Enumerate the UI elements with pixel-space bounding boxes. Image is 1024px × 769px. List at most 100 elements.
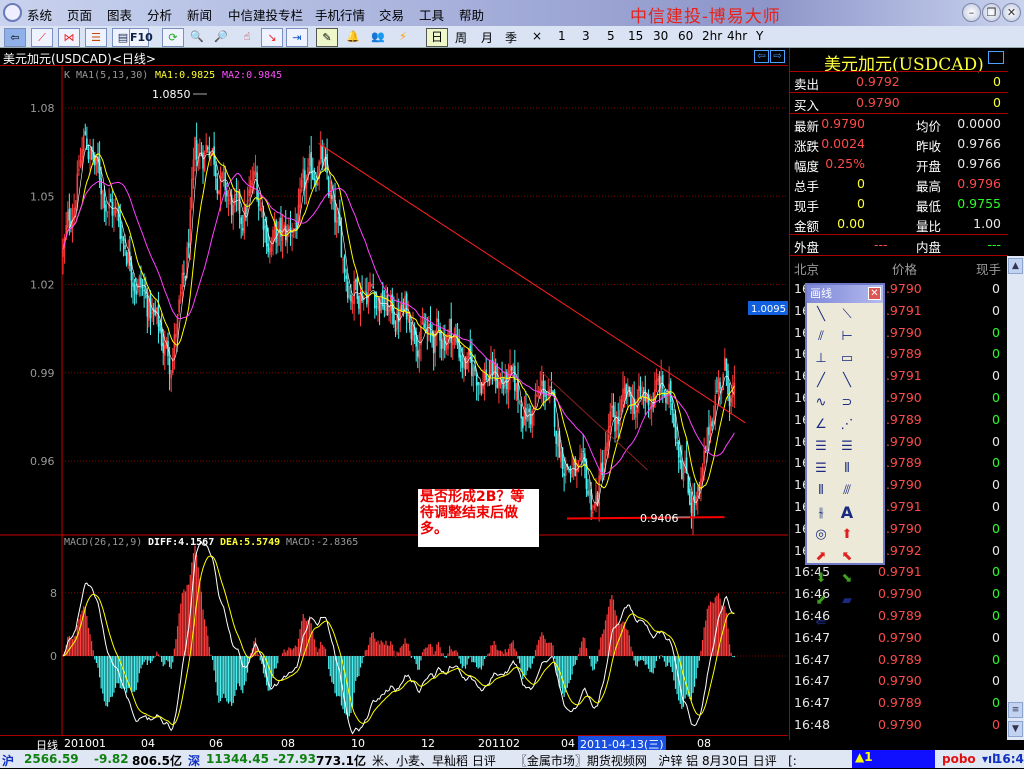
date-tick: 10 [351,737,365,750]
menu-analysis[interactable]: 分析 [147,5,172,24]
angle-tool-icon[interactable]: ∠ [808,414,834,436]
menu-system[interactable]: 系统 [27,5,52,24]
tick-volume: 0 [992,673,1000,689]
candle-body [162,342,165,353]
period-2hr[interactable]: 2hr [702,29,722,43]
period-1min[interactable]: 1 [558,29,566,43]
arrow-downleft-tool-icon[interactable]: ⬋ [808,590,834,612]
arrow-downright-tool-icon[interactable]: ⬊ [834,568,860,590]
draw-icon[interactable]: ✎ [316,28,338,47]
scroll-right-icon[interactable]: ⇨ [770,50,785,63]
candle-body [564,464,567,476]
app-icon[interactable] [3,3,22,22]
segment-tool-icon[interactable]: ⟍ [834,304,860,326]
period-month[interactable]: 月 [481,29,493,46]
sine-tool-icon[interactable]: ∿ [808,392,834,414]
candle-body [588,490,591,497]
fib-extend-tool-icon[interactable]: ☰ [808,458,834,480]
gann-grid-tool-icon[interactable]: ☰ [808,436,834,458]
flash-icon[interactable]: ⚡ [392,28,414,47]
alarm-icon[interactable]: 🔔 [342,28,364,47]
channel-tool-icon[interactable]: ⫻ [834,480,860,502]
tick-scrollbar[interactable]: ▲ ≡ ▼ [1007,256,1024,740]
menu-news[interactable]: 新闻 [187,5,212,24]
period-year[interactable]: Y [756,29,763,43]
ray-down-tool-icon[interactable]: ╲ [834,370,860,392]
line-tool-icon[interactable]: ╲ [808,304,834,326]
alert-badge[interactable]: ▲1 [852,750,935,768]
quote-label: 昨收 [916,139,942,154]
price-tag-text: 1.0095 [751,304,786,315]
tick-volume: 0 [992,433,1000,449]
scroll-up-icon[interactable]: ▲ [1008,258,1023,274]
text-tool-icon[interactable]: A [834,502,860,524]
zoom-in-icon[interactable]: 🔍 [186,28,208,47]
arrow-up-tool-icon[interactable]: ⬆ [834,524,860,546]
users-icon[interactable]: 👥 [367,28,389,47]
scroll-down-icon[interactable]: ▼ [1008,721,1023,737]
kline-chart[interactable]: 1.08 1.05 1.02 0.99 0.96 8 0 K MA1(5,13,30) MA… [0,66,788,735]
menu-trade[interactable]: 交易 [379,5,404,24]
menu-help[interactable]: 帮助 [459,5,484,24]
restore-button[interactable]: ❐ [982,3,1001,22]
vertical-tool-icon[interactable]: ⊥ [808,348,834,370]
maximize-icon[interactable] [988,51,1004,64]
menu-mobile[interactable]: 手机行情 [315,5,365,24]
period-30min[interactable]: 30 [653,29,668,43]
speed-tool-icon[interactable]: ⫳ [808,502,834,524]
news-ticker[interactable]: 米、小麦、早籼稻 日评 〖金属市场〗期货视频网 沪锌 铝 8月30日 日评 [: [372,752,852,769]
minimize-button[interactable]: – [962,3,981,22]
line-chart-icon[interactable]: ⟋ [31,28,53,47]
circle-tool-icon[interactable]: ◎ [808,524,834,546]
close-button[interactable]: ✕ [1002,3,1021,22]
multi-chart-icon[interactable]: ⋈ [58,28,80,47]
period-3min[interactable]: 3 [582,29,590,43]
arc-tool-icon[interactable]: ⊃ [834,392,860,414]
parallel-tool-icon[interactable]: ⫽ [808,326,834,348]
arrow-upleft-tool-icon[interactable]: ⬉ [834,546,860,568]
scroll-thumb[interactable]: ≡ [1008,702,1023,718]
candle-body [294,223,297,225]
period-5min[interactable]: 5 [607,29,615,43]
period-15min[interactable]: 15 [628,29,643,43]
menu-column[interactable]: 中信建投专栏 [228,5,303,24]
candle-body [496,378,499,388]
window-icon[interactable]: ↘ [261,28,283,47]
period-custom[interactable]: × [532,29,542,43]
candle-body [512,364,515,373]
arrow-down-tool-icon[interactable]: ⬇ [808,568,834,590]
menu-page[interactable]: 页面 [67,5,92,24]
scroll-left-icon[interactable]: ⇦ [754,50,769,63]
close-icon[interactable]: ✕ [868,287,881,300]
cycle-tool-icon[interactable]: ⦀ [834,458,860,480]
period-day[interactable]: 日 [426,28,448,47]
eraser-tool-icon[interactable]: ▰ [834,590,860,612]
delete-all-tool-icon[interactable]: ⇚ [808,612,834,634]
period-week[interactable]: 周 [455,29,467,46]
f10-icon[interactable]: F10 [129,28,153,47]
horizontal-tool-icon[interactable]: ⊢ [834,326,860,348]
menu-tools[interactable]: 工具 [419,5,444,24]
menu-chart[interactable]: 图表 [107,5,132,24]
zoom-out-icon[interactable]: 🔎 [210,28,232,47]
fan-tool-icon[interactable]: ⋰ [834,414,860,436]
ray-up-tool-icon[interactable]: ╱ [808,370,834,392]
fib-retrace-tool-icon[interactable]: ☰ [834,436,860,458]
pointer-icon[interactable]: ☝ [236,28,258,47]
period-4hr[interactable]: 4hr [727,29,747,43]
panel-icon[interactable]: ⇥ [286,28,308,47]
candle-body [725,358,728,371]
candle-body [291,234,293,237]
back-icon[interactable]: ⇦ [4,28,26,47]
chart-annotation[interactable]: 是否形成2B？等待调整结束后做多。 [418,489,539,547]
fib-cycle-tool-icon[interactable]: ⦀ [808,480,834,502]
arrow-upright-tool-icon[interactable]: ⬈ [808,546,834,568]
refresh-icon[interactable]: ⟳ [162,28,184,47]
rectangle-tool-icon[interactable]: ▭ [834,348,860,370]
candle-body [381,290,384,307]
tick-volume: 0 [992,564,1000,580]
list-icon[interactable]: ☰ [85,28,107,47]
period-quarter[interactable]: 季 [505,29,517,46]
candle-body [375,306,378,308]
period-60min[interactable]: 60 [678,29,693,43]
